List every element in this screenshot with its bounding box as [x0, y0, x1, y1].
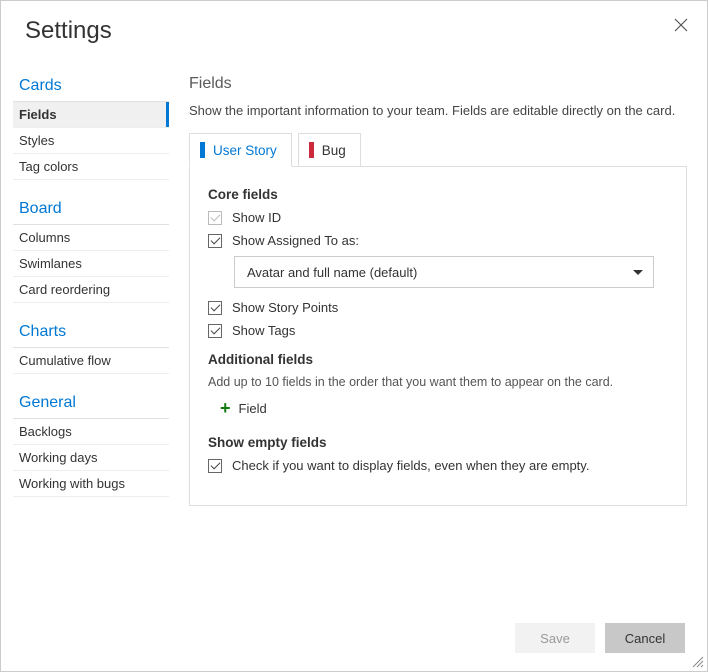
plus-icon: + — [220, 399, 231, 417]
sidebar-item-working-with-bugs[interactable]: Working with bugs — [13, 471, 169, 497]
group-heading-additional: Additional fields — [208, 352, 668, 367]
checkbox-label: Show Story Points — [232, 300, 338, 315]
dialog-title: Settings — [25, 17, 683, 45]
tab-label: User Story — [213, 143, 277, 158]
sidebar-item-columns[interactable]: Columns — [13, 225, 169, 251]
checkbox-label: Check if you want to display fields, eve… — [232, 458, 589, 473]
cancel-button[interactable]: Cancel — [605, 623, 685, 653]
add-field-label: Field — [239, 401, 267, 416]
section-header-board: Board — [13, 192, 169, 225]
checkbox-label: Show Tags — [232, 323, 295, 338]
tab-content: Core fields Show ID Show Assigned To as:… — [189, 166, 687, 506]
checkbox-label: Show Assigned To as: — [232, 233, 359, 248]
tab-color-indicator — [309, 142, 314, 158]
tab-user-story[interactable]: User Story — [189, 133, 292, 167]
checkbox-show-tags[interactable] — [208, 324, 222, 338]
section-header-charts: Charts — [13, 315, 169, 348]
section-header-cards: Cards — [13, 69, 169, 102]
assigned-to-display-select[interactable]: Avatar and full name (default) — [234, 256, 654, 288]
sidebar-item-backlogs[interactable]: Backlogs — [13, 419, 169, 445]
close-button[interactable] — [669, 13, 693, 37]
sidebar-item-cumulative-flow[interactable]: Cumulative flow — [13, 348, 169, 374]
checkbox-show-story-points[interactable] — [208, 301, 222, 315]
settings-sidebar: Cards Fields Styles Tag colors Board Col… — [13, 69, 169, 506]
checkbox-label: Show ID — [232, 210, 281, 225]
page-description: Show the important information to your t… — [189, 103, 687, 118]
additional-fields-subtext: Add up to 10 fields in the order that yo… — [208, 375, 668, 389]
sidebar-item-swimlanes[interactable]: Swimlanes — [13, 251, 169, 277]
tab-bug[interactable]: Bug — [298, 133, 361, 167]
tab-color-indicator — [200, 142, 205, 158]
sidebar-item-fields[interactable]: Fields — [13, 102, 169, 128]
tab-strip: User Story Bug — [189, 132, 687, 166]
section-header-general: General — [13, 386, 169, 419]
save-button[interactable]: Save — [515, 623, 595, 653]
tab-label: Bug — [322, 143, 346, 158]
resize-grip-icon[interactable] — [691, 655, 705, 669]
page-title: Fields — [189, 69, 687, 103]
select-value: Avatar and full name (default) — [247, 265, 417, 280]
sidebar-item-working-days[interactable]: Working days — [13, 445, 169, 471]
sidebar-item-card-reordering[interactable]: Card reordering — [13, 277, 169, 303]
dialog-footer: Save Cancel — [515, 623, 685, 653]
chevron-down-icon — [633, 270, 643, 275]
add-field-button[interactable]: + Field — [220, 399, 668, 417]
checkbox-show-assigned-to[interactable] — [208, 234, 222, 248]
group-heading-empty: Show empty fields — [208, 435, 668, 450]
checkbox-show-empty-fields[interactable] — [208, 459, 222, 473]
sidebar-item-tag-colors[interactable]: Tag colors — [13, 154, 169, 180]
group-heading-core: Core fields — [208, 187, 668, 202]
main-panel: Fields Show the important information to… — [169, 69, 707, 506]
sidebar-item-styles[interactable]: Styles — [13, 128, 169, 154]
close-icon — [674, 18, 688, 32]
checkbox-show-id[interactable] — [208, 211, 222, 225]
